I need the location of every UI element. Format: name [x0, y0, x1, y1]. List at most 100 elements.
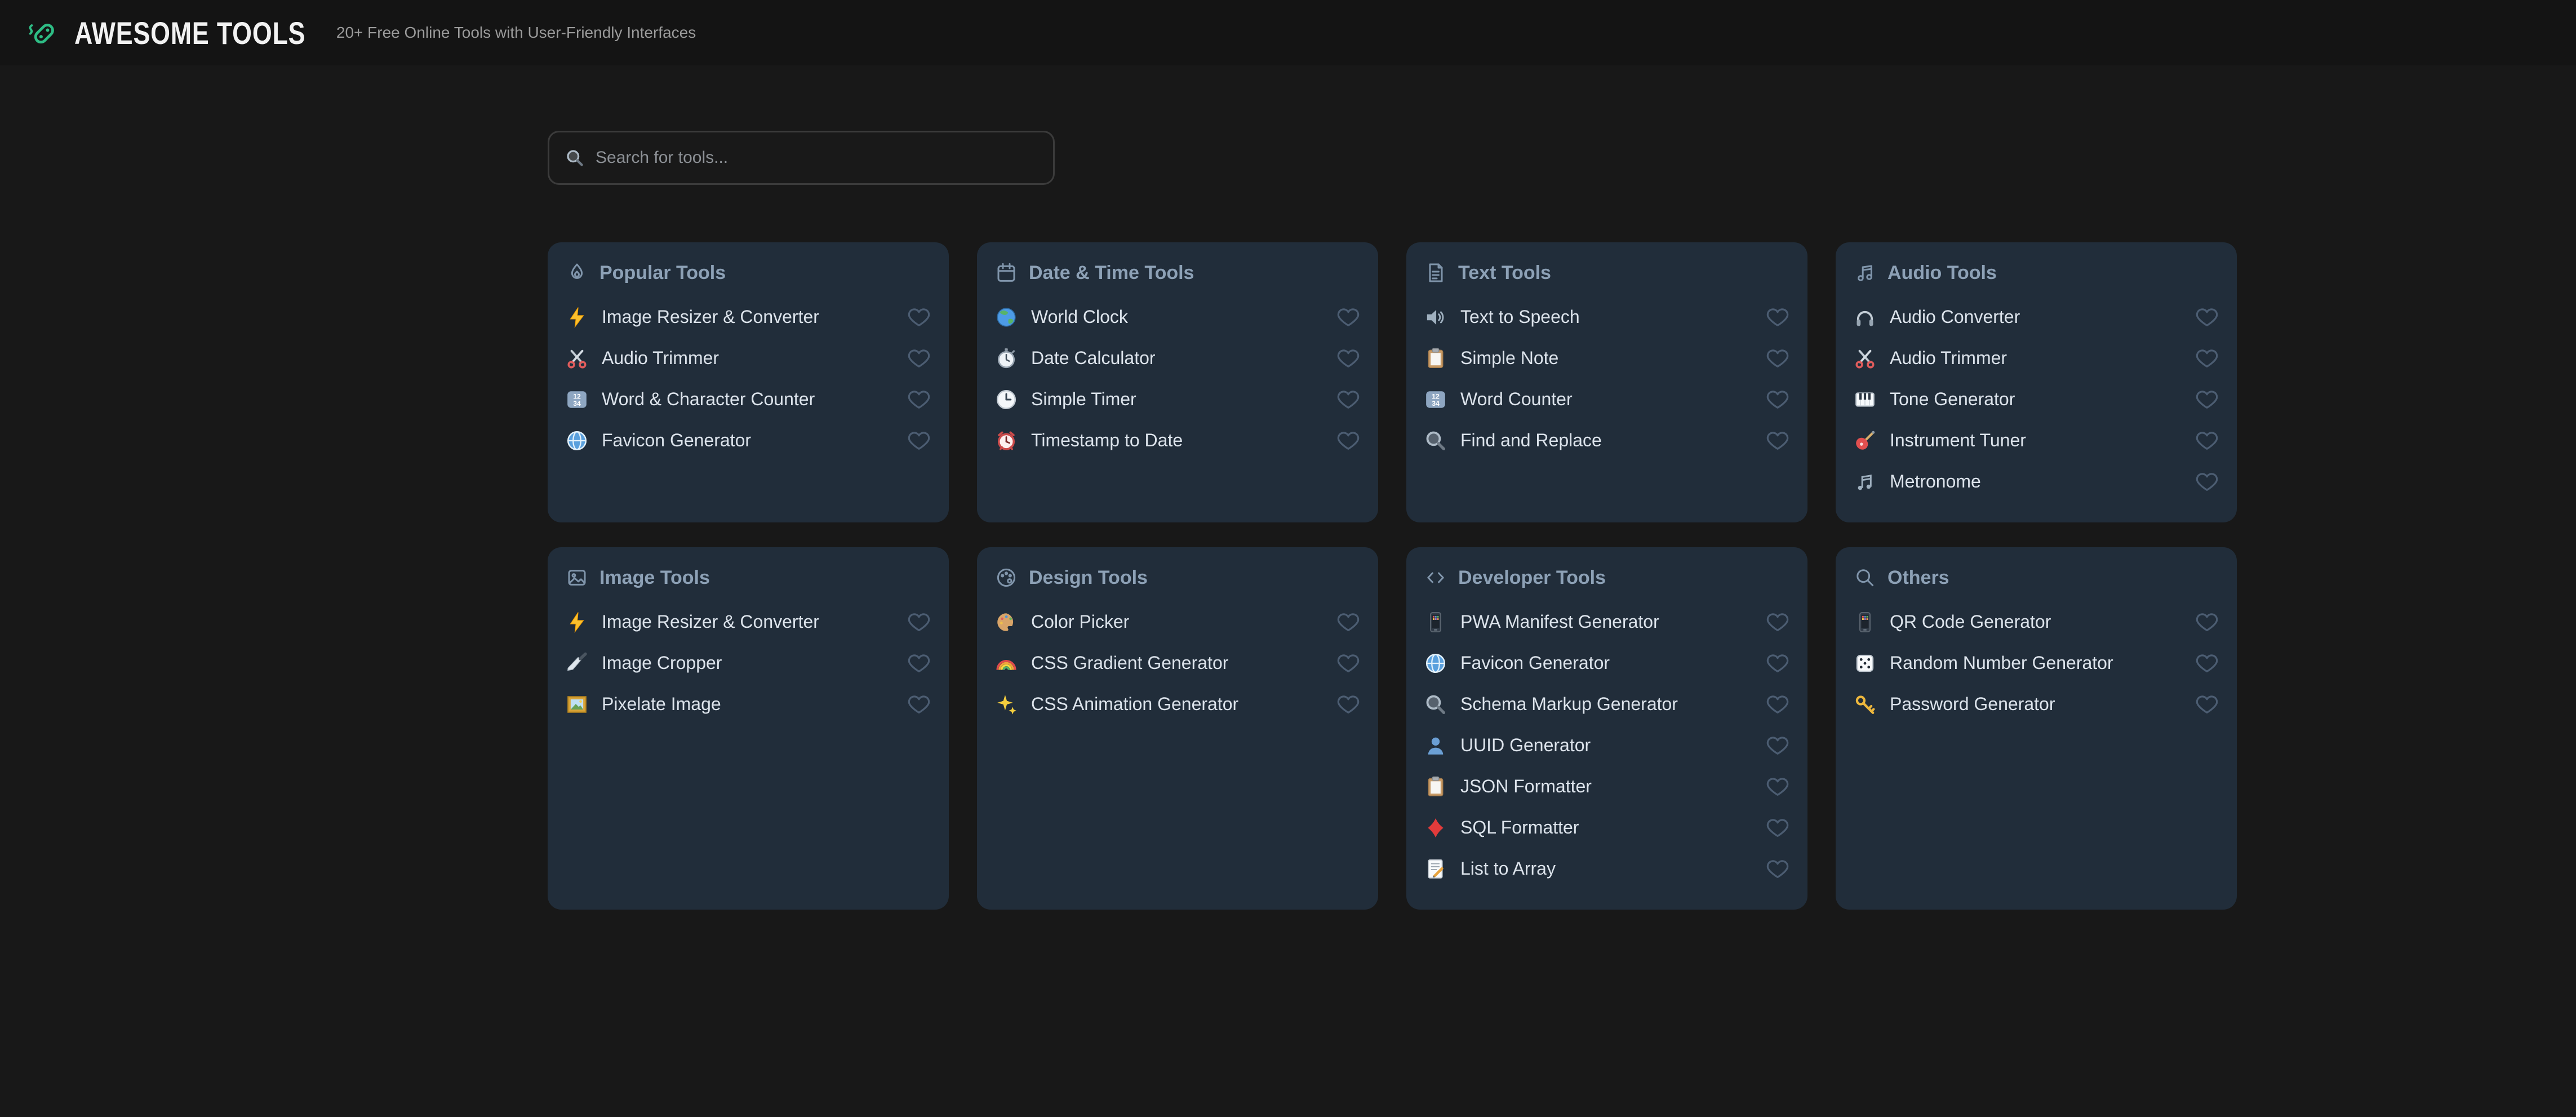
category-card-others: Others QR Code GeneratorRandom Number Gen… [1836, 547, 2237, 910]
favorite-button[interactable] [1336, 388, 1360, 411]
tool-item-audio-converter[interactable]: Audio Converter [1854, 296, 2219, 338]
tool-label: UUID Generator [1460, 735, 1591, 756]
favorite-button[interactable] [1766, 693, 1789, 716]
image-icon [566, 566, 588, 589]
tool-item-instrument-tuner[interactable]: Instrument Tuner [1854, 420, 2219, 461]
tool-label: Pixelate Image [602, 694, 721, 715]
tool-label: Simple Timer [1031, 389, 1136, 410]
favorite-button[interactable] [2195, 429, 2219, 452]
tool-item-image-resizer-converter[interactable]: Image Resizer & Converter [566, 601, 931, 642]
tool-label: CSS Animation Generator [1031, 694, 1238, 715]
magnifier-icon [565, 148, 584, 167]
favorite-button[interactable] [2195, 347, 2219, 370]
favorite-button[interactable] [1766, 775, 1789, 798]
favorite-button[interactable] [1336, 306, 1360, 329]
tool-item-tone-generator[interactable]: Tone Generator [1854, 379, 2219, 420]
clipboard-icon [1424, 347, 1447, 370]
tool-item-css-animation-generator[interactable]: CSS Animation Generator [995, 684, 1360, 725]
tool-label: Tone Generator [1890, 389, 2015, 410]
tool-item-word-counter[interactable]: 1234Word Counter [1424, 379, 1789, 420]
tool-item-text-to-speech[interactable]: Text to Speech [1424, 296, 1789, 338]
input-numbers-icon: 1234 [1424, 388, 1447, 411]
tool-item-json-formatter[interactable]: JSON Formatter [1424, 766, 1789, 807]
favorite-button[interactable] [1766, 388, 1789, 411]
tool-item-css-gradient-generator[interactable]: CSS Gradient Generator [995, 642, 1360, 684]
tool-item-simple-timer[interactable]: Simple Timer [995, 379, 1360, 420]
calendar-icon [995, 261, 1018, 284]
favorite-button[interactable] [2195, 611, 2219, 633]
favorite-button[interactable] [907, 429, 931, 452]
tool-label: CSS Gradient Generator [1031, 653, 1228, 673]
tool-item-timestamp-to-date[interactable]: Timestamp to Date [995, 420, 1360, 461]
tool-item-schema-markup-generator[interactable]: Schema Markup Generator [1424, 684, 1789, 725]
tool-item-pixelate-image[interactable]: Pixelate Image [566, 684, 931, 725]
favorite-button[interactable] [2195, 471, 2219, 493]
app-subtitle: 20+ Free Online Tools with User-Friendly… [336, 24, 696, 42]
tool-item-password-generator[interactable]: Password Generator [1854, 684, 2219, 725]
category-header: Popular Tools [566, 259, 931, 286]
tool-item-random-number-generator[interactable]: Random Number Generator [1854, 642, 2219, 684]
search-icon [1854, 566, 1876, 589]
favorite-button[interactable] [1336, 429, 1360, 452]
tool-item-audio-trimmer[interactable]: Audio Trimmer [1854, 338, 2219, 379]
tools-grid: Popular Tools Image Resizer & Converter Au… [548, 242, 2237, 910]
tool-label: Simple Note [1460, 348, 1558, 369]
category-header: Text Tools [1424, 259, 1789, 286]
memo-icon [1424, 858, 1447, 880]
tool-item-audio-trimmer[interactable]: Audio Trimmer [566, 338, 931, 379]
favorite-button[interactable] [2195, 306, 2219, 329]
search-input[interactable] [596, 148, 1037, 167]
category-title: Audio Tools [1887, 262, 1997, 284]
favorite-button[interactable] [1336, 347, 1360, 370]
favorite-button[interactable] [2195, 652, 2219, 675]
tool-item-find-and-replace[interactable]: Find and Replace [1424, 420, 1789, 461]
favorite-button[interactable] [2195, 693, 2219, 716]
favorite-button[interactable] [907, 306, 931, 329]
tool-item-metronome[interactable]: Metronome [1854, 461, 2219, 502]
favorite-button[interactable] [2195, 388, 2219, 411]
tool-item-color-picker[interactable]: Color Picker [995, 601, 1360, 642]
favorite-button[interactable] [1766, 858, 1789, 880]
favorite-button[interactable] [907, 347, 931, 370]
favorite-button[interactable] [1766, 611, 1789, 633]
favorite-button[interactable] [1766, 652, 1789, 675]
category-card-image-tools: Image Tools Image Resizer & ConverterImag… [548, 547, 949, 910]
tool-label: Audio Converter [1890, 307, 2020, 327]
tool-item-word-character-counter[interactable]: 1234Word & Character Counter [566, 379, 931, 420]
favorite-button[interactable] [907, 693, 931, 716]
tool-item-uuid-generator[interactable]: UUID Generator [1424, 725, 1789, 766]
tool-item-pwa-manifest-generator[interactable]: PWA Manifest Generator [1424, 601, 1789, 642]
tool-item-favicon-generator[interactable]: Favicon Generator [1424, 642, 1789, 684]
tool-item-favicon-generator[interactable]: Favicon Generator [566, 420, 931, 461]
category-title: Others [1887, 567, 1949, 589]
favorite-button[interactable] [1766, 306, 1789, 329]
favorite-button[interactable] [1336, 693, 1360, 716]
tool-item-image-cropper[interactable]: Image Cropper [566, 642, 931, 684]
knife-icon [566, 652, 588, 675]
favorite-button[interactable] [1766, 347, 1789, 370]
clipboard-icon [1424, 775, 1447, 798]
tool-item-simple-note[interactable]: Simple Note [1424, 338, 1789, 379]
tool-item-image-resizer-converter[interactable]: Image Resizer & Converter [566, 296, 931, 338]
category-header: Image Tools [566, 564, 931, 591]
tool-item-qr-code-generator[interactable]: QR Code Generator [1854, 601, 2219, 642]
favorite-button[interactable] [1766, 817, 1789, 839]
favorite-button[interactable] [907, 388, 931, 411]
favorite-button[interactable] [1336, 652, 1360, 675]
favorite-button[interactable] [907, 611, 931, 633]
tool-label: Audio Trimmer [602, 348, 719, 369]
top-bar: AWESOME TOOLS 20+ Free Online Tools with… [0, 0, 2576, 65]
favorite-button[interactable] [907, 652, 931, 675]
magnifier-color-icon [1424, 429, 1447, 452]
favorite-button[interactable] [1766, 734, 1789, 757]
diamond-icon [1424, 817, 1447, 839]
tool-item-world-clock[interactable]: World Clock [995, 296, 1360, 338]
palette-icon [995, 611, 1018, 633]
svg-text:34: 34 [1432, 400, 1440, 407]
tool-item-list-to-array[interactable]: List to Array [1424, 848, 1789, 889]
tool-item-date-calculator[interactable]: Date Calculator [995, 338, 1360, 379]
favorite-button[interactable] [1766, 429, 1789, 452]
favorite-button[interactable] [1336, 611, 1360, 633]
tool-item-sql-formatter[interactable]: SQL Formatter [1424, 807, 1789, 848]
tool-label: Date Calculator [1031, 348, 1156, 369]
